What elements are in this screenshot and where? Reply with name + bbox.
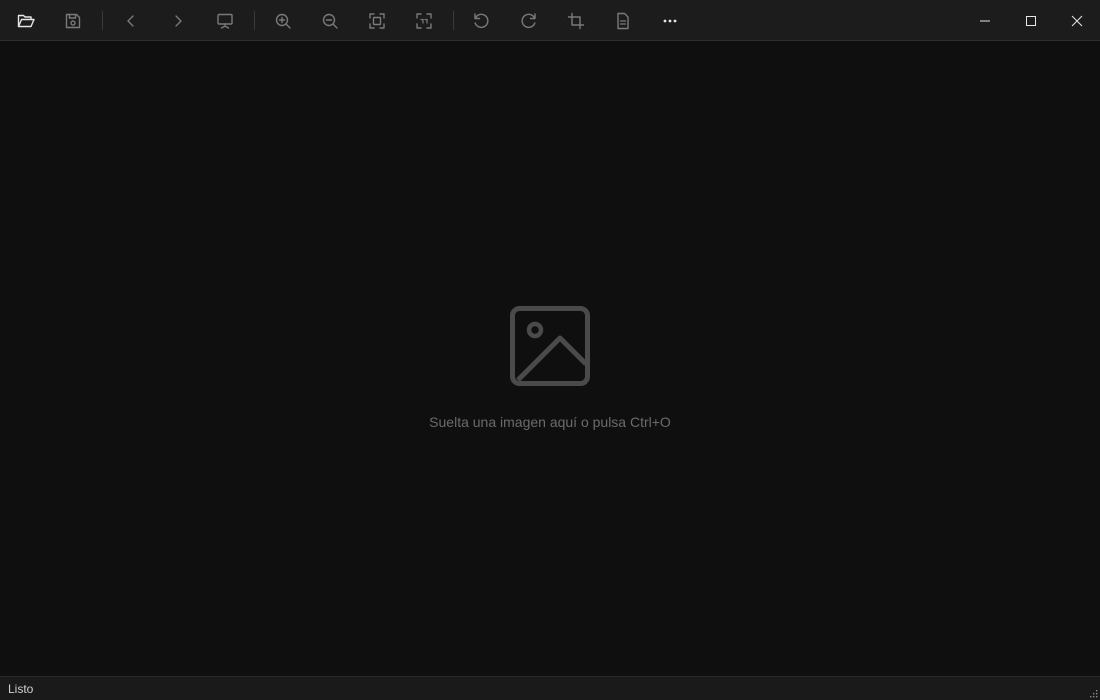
- image-canvas[interactable]: Suelta una imagen aquí o pulsa Ctrl+O: [0, 42, 1100, 676]
- fit-to-window-button[interactable]: [360, 4, 394, 37]
- crop-button[interactable]: [559, 4, 593, 37]
- toolbar-separator: [102, 11, 103, 30]
- save-button[interactable]: [56, 4, 90, 37]
- close-button[interactable]: [1054, 0, 1100, 41]
- save-icon: [65, 13, 81, 28]
- next-button[interactable]: [161, 4, 195, 37]
- zoom-in-button[interactable]: [266, 4, 300, 37]
- image-placeholder-icon: [510, 306, 590, 386]
- slideshow-button[interactable]: [208, 4, 242, 37]
- rotate-left-icon: [474, 12, 489, 28]
- zoom-in-icon: [275, 13, 291, 29]
- actual-size-button[interactable]: [407, 4, 441, 37]
- more-button[interactable]: [653, 4, 687, 37]
- zoom-out-button[interactable]: [313, 4, 347, 37]
- toolbar-separator: [453, 11, 454, 30]
- rotate-left-button[interactable]: [464, 4, 498, 37]
- maximize-button[interactable]: [1008, 0, 1054, 41]
- previous-button[interactable]: [114, 4, 148, 37]
- chevron-left-icon: [127, 14, 134, 27]
- more-icon: [663, 19, 677, 22]
- close-icon: [1071, 15, 1083, 26]
- chevron-right-icon: [175, 14, 182, 27]
- toolbar-separator: [254, 11, 255, 30]
- minimize-icon: [980, 20, 990, 21]
- rotate-right-icon: [521, 12, 536, 28]
- actual-size-icon: [416, 12, 432, 29]
- crop-icon: [567, 12, 585, 29]
- toolbar: [0, 0, 1100, 41]
- fit-screen-icon: [369, 12, 385, 29]
- zoom-out-icon: [322, 13, 338, 29]
- presentation-icon: [217, 13, 233, 29]
- status-bar: Listo: [0, 676, 1100, 700]
- status-text: Listo: [8, 682, 34, 696]
- document-icon: [617, 12, 629, 29]
- resize-grip-icon[interactable]: [1088, 688, 1098, 698]
- maximize-icon: [1026, 15, 1036, 26]
- image-viewer-window: Suelta una imagen aquí o pulsa Ctrl+O Li…: [0, 0, 1100, 700]
- info-button[interactable]: [606, 4, 640, 37]
- empty-state-message: Suelta una imagen aquí o pulsa Ctrl+O: [429, 414, 671, 430]
- open-button[interactable]: [9, 4, 43, 37]
- rotate-right-button[interactable]: [512, 4, 546, 37]
- minimize-button[interactable]: [962, 0, 1008, 41]
- folder-open-icon: [17, 14, 35, 27]
